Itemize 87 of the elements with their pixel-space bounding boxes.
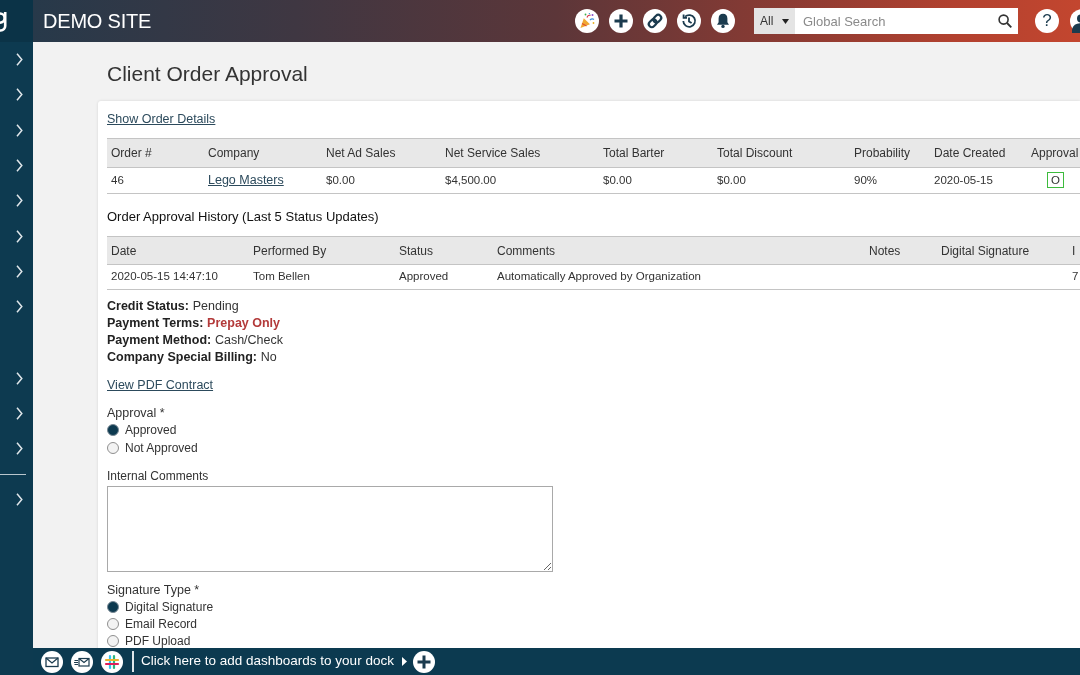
table-cell: Automatically Approved by Organization [493, 264, 865, 290]
column-header[interactable]: Date Created [930, 138, 1027, 168]
radio-button[interactable] [107, 600, 119, 613]
chevron-right-icon[interactable] [16, 53, 23, 67]
info-value: Pending [192, 299, 239, 313]
search-field[interactable]: Global Search [795, 8, 994, 34]
column-header[interactable]: Comments [493, 236, 865, 265]
column-header[interactable]: Digital Signature [937, 236, 1068, 265]
info-label: Credit Status: [107, 299, 189, 313]
column-header[interactable]: I [1068, 236, 1080, 265]
column-header[interactable]: Status [395, 236, 493, 265]
table-cell: 2020-05-15 14:47:10 [107, 264, 249, 290]
search-icon [998, 14, 1012, 28]
radio-label[interactable]: Email Record [125, 615, 198, 632]
column-header[interactable]: Net Ad Sales [322, 138, 441, 168]
chevron-right-icon[interactable] [16, 88, 23, 102]
view-contract-link[interactable]: View PDF Contract [107, 377, 214, 393]
search-button[interactable] [994, 8, 1018, 34]
chevron-right-icon[interactable] [16, 123, 23, 137]
column-header[interactable]: Probability [850, 138, 930, 168]
info-value: Cash/Check [214, 333, 284, 347]
section-heading: Order Approval History (Last 5 Status Updates) [107, 209, 380, 225]
column-header[interactable]: Notes [865, 236, 937, 265]
add-dashboards-link[interactable]: Click here to add dashboards to your dock [141, 651, 394, 672]
page-title: Client Order Approval [107, 61, 309, 87]
chevron-right-icon[interactable] [16, 406, 23, 420]
table-cell: $0.00 [713, 167, 850, 194]
table-cell: Approved [395, 264, 493, 290]
radio-button[interactable] [107, 617, 119, 630]
column-header[interactable]: Total Barter [599, 138, 713, 168]
add-icon[interactable] [609, 9, 633, 33]
radio-label[interactable]: PDF Upload [125, 632, 191, 648]
logo-icon [0, 11, 9, 32]
add-icon[interactable] [412, 650, 435, 673]
table-cell: $4,500.00 [441, 167, 599, 194]
comments-field[interactable] [107, 486, 553, 572]
chevron-right-icon[interactable] [16, 194, 23, 208]
column-header[interactable]: Net Service Sales [441, 138, 599, 168]
info-label: Company Special Billing: [107, 350, 258, 364]
chevron-right-icon[interactable] [16, 300, 23, 314]
history-icon[interactable] [677, 9, 701, 33]
company-link[interactable]: Lego Masters [208, 171, 284, 188]
show-details-link[interactable]: Show Order Details [107, 111, 216, 127]
info-label: Payment Method: [107, 333, 212, 347]
column-header[interactable]: Approval [1027, 138, 1080, 168]
radio-label[interactable]: Digital Signature [125, 598, 214, 615]
mail-icon[interactable] [41, 650, 63, 673]
column-header[interactable]: Date [107, 236, 249, 265]
field-label: Approval * [107, 405, 166, 421]
link-icon[interactable] [643, 9, 667, 33]
table-cell: 7 [1068, 264, 1080, 290]
info-value: No [260, 350, 277, 364]
field-label: Internal Comments [107, 468, 210, 484]
column-header[interactable]: Total Discount [713, 138, 850, 168]
radio-button[interactable] [107, 424, 119, 436]
help-button[interactable]: ? [1035, 9, 1059, 33]
radio-label[interactable]: Approved [125, 422, 177, 438]
column-header[interactable]: Company [204, 138, 322, 168]
table-cell: Tom Bellen [249, 264, 395, 290]
chevron-right-icon[interactable] [16, 229, 23, 243]
sent-mail-icon[interactable] [71, 650, 93, 673]
table-cell: $0.00 [322, 167, 441, 194]
site-name[interactable]: DEMO SITE [43, 9, 152, 33]
table-cell: 2020-05-15 [930, 167, 1027, 194]
bell-icon[interactable] [711, 9, 735, 33]
hash-icon[interactable] [101, 650, 123, 673]
field-label: Signature Type * [107, 582, 201, 598]
column-header[interactable]: Performed By [249, 236, 395, 265]
radio-label[interactable]: Not Approved [125, 440, 198, 456]
caret-right-icon [401, 657, 407, 666]
party-popper-icon[interactable] [575, 9, 599, 33]
chevron-right-icon[interactable] [16, 159, 23, 173]
info-label: Payment Terms: [107, 316, 204, 330]
table-cell: 46 [107, 167, 204, 194]
table-cell: 90% [850, 167, 930, 194]
table-cell: $0.00 [599, 167, 713, 194]
approval-status-tag: O [1047, 171, 1064, 188]
radio-button[interactable] [107, 634, 119, 647]
chevron-right-icon[interactable] [16, 493, 23, 507]
radio-button[interactable] [107, 442, 119, 454]
chevron-right-icon[interactable] [16, 371, 23, 385]
chevron-right-icon[interactable] [16, 442, 23, 456]
info-value: Prepay Only [207, 316, 281, 330]
caret-down-icon [782, 18, 790, 24]
chevron-right-icon[interactable] [16, 264, 23, 278]
column-header[interactable]: Order # [107, 138, 204, 168]
search-scope-dropdown[interactable]: All [754, 8, 795, 34]
